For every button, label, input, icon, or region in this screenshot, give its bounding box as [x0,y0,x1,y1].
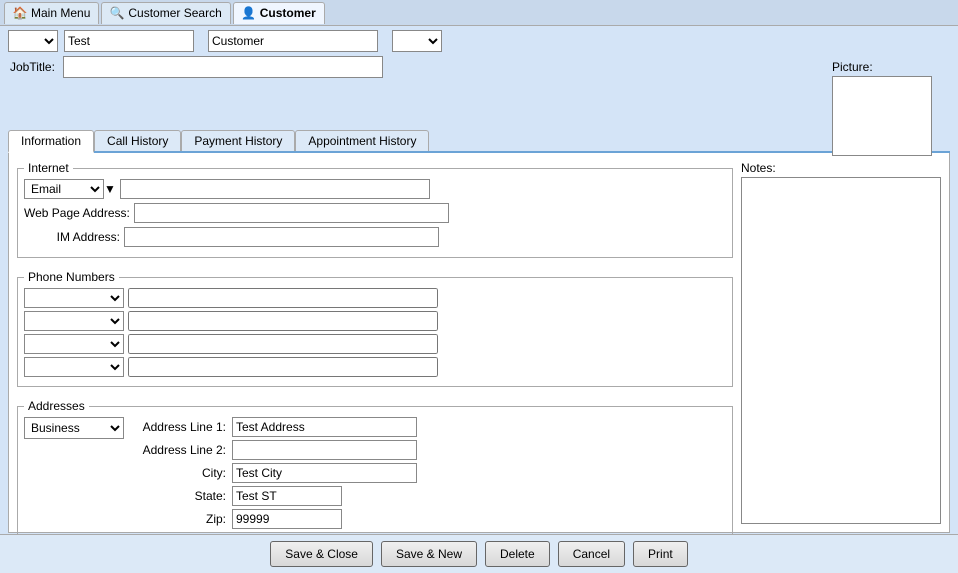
addr-city-input[interactable]: Test City [232,463,417,483]
addr-state-label: State: [132,489,232,503]
header-left: Mr. Mrs. Ms. Test Customer Jr. Sr. JobTi… [8,30,442,126]
tab-main-menu[interactable]: 🏠 Main Menu [4,2,99,24]
print-button[interactable]: Print [633,541,688,567]
webpage-row: Web Page Address: [24,203,726,223]
im-input[interactable] [124,227,439,247]
addr-state-input[interactable]: Test ST [232,486,342,506]
email-input[interactable] [120,179,430,199]
webpage-label: Web Page Address: [24,206,134,220]
address-form: Address Line 1: Test Address Address Lin… [132,417,417,550]
left-panel: Internet Email Email 2 ▼ Web Page Addres… [17,161,733,524]
email-row: Email Email 2 ▼ [24,179,726,199]
last-name-input[interactable]: Customer [208,30,378,52]
tab-customer-search-label: Customer Search [128,6,221,20]
jobtitle-input[interactable] [63,56,383,78]
addr-state-row: State: Test ST [132,486,417,506]
search-icon: 🔍 [110,6,124,20]
phone-row-2: HomeWorkMobile [24,334,726,354]
addr-line1-row: Address Line 1: Test Address [132,417,417,437]
tabs-container: Information Call History Payment History… [8,130,950,533]
addr-city-label: City: [132,466,232,480]
email-dropdown-icon: ▼ [104,182,116,196]
bottom-bar: Save & Close Save & New Delete Cancel Pr… [0,534,958,573]
addr-line1-input[interactable]: Test Address [232,417,417,437]
addr-line2-row: Address Line 2: [132,440,417,460]
header-section: Mr. Mrs. Ms. Test Customer Jr. Sr. JobTi… [8,30,950,126]
home-icon: 🏠 [13,6,27,20]
phone-type-select-0[interactable]: HomeWorkMobile [24,288,124,308]
first-name-input[interactable]: Test [64,30,194,52]
internet-legend: Internet [24,161,73,175]
notes-textarea[interactable] [741,177,941,524]
app-window: 🏠 Main Menu 🔍 Customer Search 👤 Customer… [0,0,958,573]
notes-panel: Notes: [741,161,941,524]
notes-label: Notes: [741,161,941,175]
webpage-input[interactable] [134,203,449,223]
tab-call-history[interactable]: Call History [94,130,181,151]
tab-customer-search[interactable]: 🔍 Customer Search [101,2,230,24]
addresses-legend: Addresses [24,399,89,413]
person-icon: 👤 [242,6,256,20]
phone-row-0: HomeWorkMobile [24,288,726,308]
jobtitle-label: JobTitle: [10,60,55,74]
tab-payment-history[interactable]: Payment History [181,130,295,151]
phones-legend: Phone Numbers [24,270,119,284]
internet-section: Internet Email Email 2 ▼ Web Page Addres… [17,161,733,258]
delete-button[interactable]: Delete [485,541,550,567]
picture-area: Picture: [832,60,942,156]
im-row: IM Address: [24,227,726,247]
phone-type-select-3[interactable]: HomeWorkMobile [24,357,124,377]
tab-customer-label: Customer [260,6,316,20]
phone-type-select-1[interactable]: HomeWorkMobile [24,311,124,331]
im-label: IM Address: [24,230,124,244]
title-bar: 🏠 Main Menu 🔍 Customer Search 👤 Customer [0,0,958,26]
jobtitle-row: JobTitle: [10,56,442,78]
save-new-button[interactable]: Save & New [381,541,477,567]
email-type-select[interactable]: Email Email 2 [24,179,104,199]
addr-zip-input[interactable]: 99999 [232,509,342,529]
name-prefix-select[interactable]: Mr. Mrs. Ms. [8,30,58,52]
phone-input-0[interactable] [128,288,438,308]
tab-content-information: Internet Email Email 2 ▼ Web Page Addres… [8,153,950,533]
phone-input-2[interactable] [128,334,438,354]
phone-input-1[interactable] [128,311,438,331]
phone-input-3[interactable] [128,357,438,377]
tab-bar: Information Call History Payment History… [8,130,950,153]
content-area: Mr. Mrs. Ms. Test Customer Jr. Sr. JobTi… [0,26,958,534]
addr-zip-label: Zip: [132,512,232,526]
tab-main-menu-label: Main Menu [31,6,90,20]
addr-line2-input[interactable] [232,440,417,460]
cancel-button[interactable]: Cancel [558,541,625,567]
addr-city-row: City: Test City [132,463,417,483]
tab-information[interactable]: Information [8,130,94,153]
tab-appointment-history[interactable]: Appointment History [295,130,429,151]
tab-customer[interactable]: 👤 Customer [233,2,325,24]
phone-row-3: HomeWorkMobile [24,357,726,377]
save-close-button[interactable]: Save & Close [270,541,373,567]
picture-label: Picture: [832,60,942,74]
name-row: Mr. Mrs. Ms. Test Customer Jr. Sr. [8,30,442,52]
suffix-select[interactable]: Jr. Sr. [392,30,442,52]
phones-section: Phone Numbers HomeWorkMobile HomeWorkMob… [17,270,733,387]
picture-box[interactable] [832,76,932,156]
address-type-select[interactable]: Business Home Other [24,417,124,439]
phone-type-select-2[interactable]: HomeWorkMobile [24,334,124,354]
addr-line2-label: Address Line 2: [132,443,232,457]
addr-zip-row: Zip: 99999 [132,509,417,529]
phone-row-1: HomeWorkMobile [24,311,726,331]
addr-line1-label: Address Line 1: [132,420,232,434]
